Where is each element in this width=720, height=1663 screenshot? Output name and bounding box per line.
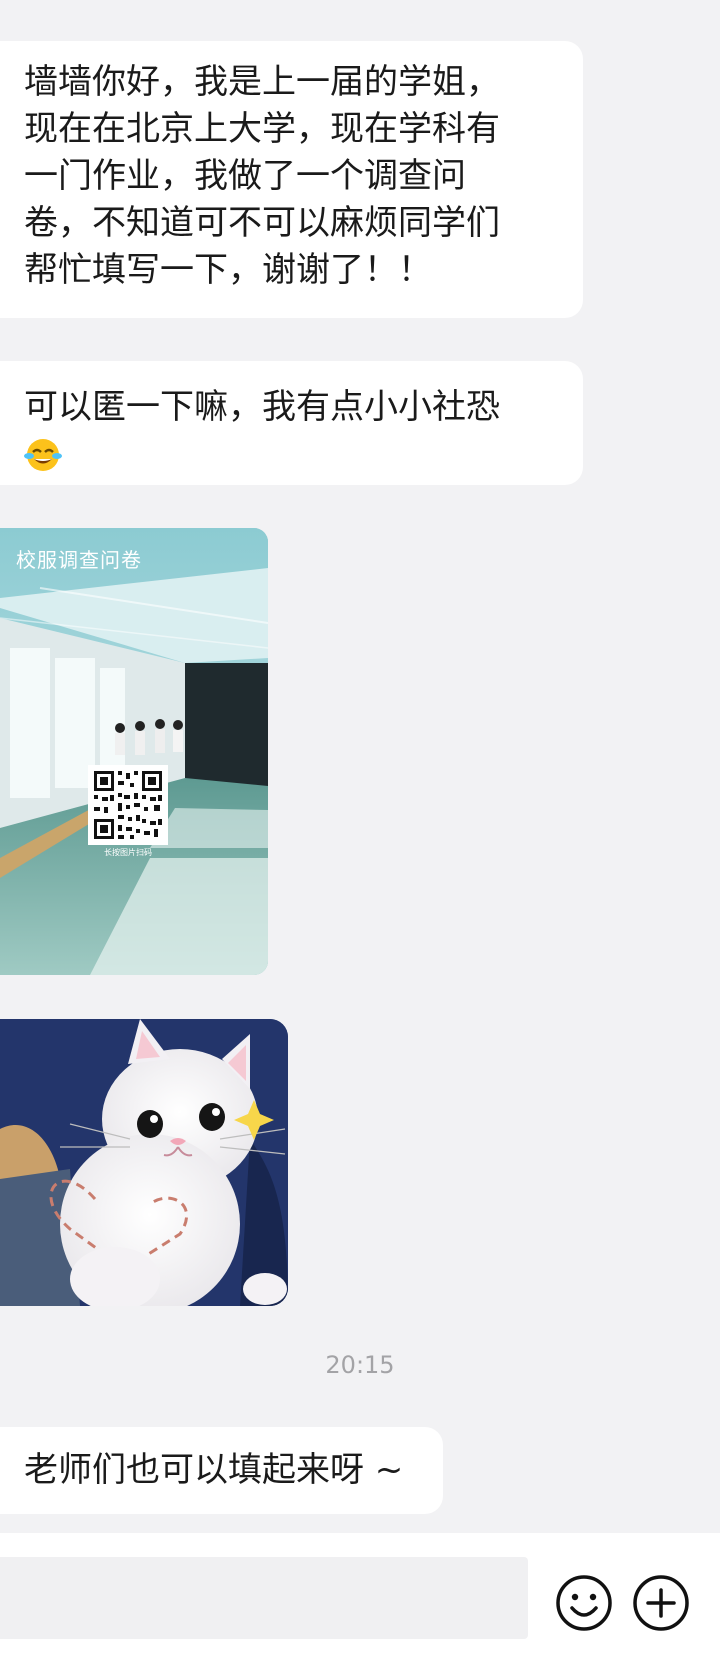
message-timestamp: 20:15 [325, 1351, 395, 1379]
message-text: 墙墙你好，我是上一届的学姐， 现在在北京上大学，现在学科有 一门作业，我做了一个… [24, 62, 500, 290]
cat-photo [0, 1019, 288, 1306]
qr-caption: 长按图片扫码 [104, 847, 152, 857]
plus-circle-icon[interactable] [631, 1573, 691, 1633]
message-text: 可以匿一下嘛，我有点小小社恐 [24, 387, 500, 427]
crying-laughing-emoji-icon [24, 435, 62, 473]
message-input[interactable] [0, 1557, 528, 1639]
qr-code[interactable]: 长按图片扫码 [88, 765, 168, 861]
hallway-photo [0, 528, 268, 975]
message-text: 老师们也可以填起来呀 ~ [24, 1450, 404, 1490]
chat-area[interactable]: 墙墙你好，我是上一届的学姐， 现在在北京上大学，现在学科有 一门作业，我做了一个… [0, 0, 720, 1533]
input-bar [0, 1533, 720, 1663]
cat-sticker-image[interactable] [0, 1019, 288, 1306]
message-bubble[interactable]: 可以匿一下嘛，我有点小小社恐 [0, 361, 583, 485]
message-bubble[interactable]: 老师们也可以填起来呀 ~ [0, 1427, 443, 1514]
smiley-icon[interactable] [554, 1573, 614, 1633]
survey-card-title: 校服调查问卷 [16, 548, 142, 572]
message-bubble[interactable]: 墙墙你好，我是上一届的学姐， 现在在北京上大学，现在学科有 一门作业，我做了一个… [0, 41, 583, 318]
survey-image-card[interactable]: 校服调查问卷 [0, 528, 268, 975]
